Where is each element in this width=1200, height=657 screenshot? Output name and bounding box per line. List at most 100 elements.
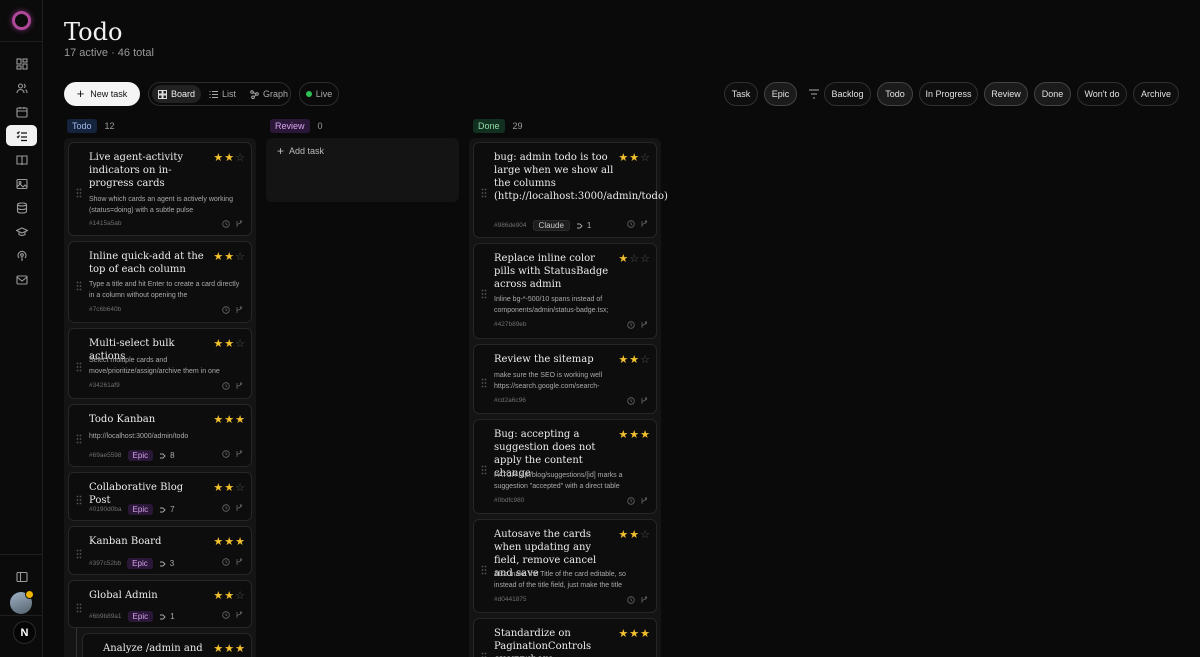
priority-stars[interactable]: ★ ★ ☆ [213,339,245,350]
task-card[interactable]: Global Admin ★ ★ ☆ #6b9b89a1 Epic 1 [68,580,252,628]
clock-icon [222,220,230,228]
sidebar-divider [0,615,43,616]
app-logo[interactable] [12,11,31,30]
sidebar-item-todo[interactable] [6,125,37,146]
card-actions [627,397,648,405]
filter-epic-button[interactable]: Epic [764,82,797,106]
task-card[interactable]: Standardize on PaginationControls everyw… [473,618,657,657]
priority-stars[interactable]: ★ ☆ ☆ [618,254,650,265]
task-card[interactable]: Replace inline color pills with StatusBa… [473,243,657,339]
priority-stars[interactable]: ★ ★ ☆ [618,153,650,164]
filter-todo-button[interactable]: Todo [877,82,913,106]
priority-stars[interactable]: ★ ★ ★ [618,430,650,441]
priority-stars[interactable]: ★ ★ ★ [213,415,245,426]
card-id: #cd2a6c96 [494,397,526,404]
task-card[interactable]: Autosave the cards when updating any fie… [473,519,657,613]
filter-review-button[interactable]: Review [984,82,1028,106]
drag-handle[interactable] [76,431,82,444]
todo-list-icon [16,130,27,141]
priority-stars[interactable]: ★ ★ ★ [618,629,650,640]
subtasks-icon [576,223,583,228]
task-card[interactable]: Kanban Board ★ ★ ★ #397c52bb Epic 3 [68,526,252,575]
card-description: Type a title and hit Enter to create a c… [89,281,240,299]
drag-handle[interactable] [481,649,487,657]
sidebar-item-database[interactable] [6,197,37,218]
sidebar-item-media[interactable] [6,173,37,194]
add-task-label: Add task [289,146,325,156]
sidebar-toggle[interactable] [6,566,37,587]
live-label: Live [315,89,333,99]
task-card[interactable]: Todo Kanban ★ ★ ★ http://localhost:3000/admi… [68,404,252,467]
priority-stars[interactable]: ★ ★ ☆ [213,153,245,164]
drag-handle[interactable] [481,375,487,388]
drag-handle[interactable] [481,462,487,475]
card-id: #1415a5ab [89,220,122,227]
star-filled-icon: ★ [224,590,235,602]
workspace-avatar[interactable]: N [13,621,36,644]
filter-archive-button[interactable]: Archive [1133,82,1179,106]
star-filled-icon: ★ [224,251,235,263]
filter-in-progress-button[interactable]: In Progress [919,82,978,106]
star-filled-icon: ★ [224,482,235,494]
drag-handle[interactable] [481,562,487,575]
list-icon [209,90,219,98]
card-title: Todo Kanban [89,414,156,425]
sidebar-item-podcast[interactable] [6,245,37,266]
task-card[interactable]: bug: admin todo is too large when we sho… [473,142,668,238]
priority-stars[interactable]: ★ ★ ☆ [213,483,245,494]
view-board-button[interactable]: Board [152,85,202,103]
view-list-button[interactable]: List [203,85,242,103]
star-filled-icon: ★ [235,414,245,426]
drag-handle[interactable] [76,278,82,291]
card-meta: #986de904 Claude 1 [494,220,591,231]
task-card[interactable]: Live agent-activity indicators on in-pro… [68,142,252,236]
column-filter-icon[interactable] [808,88,820,100]
filter-backlog-button[interactable]: Backlog [824,82,871,106]
branch-icon [236,220,243,227]
add-task-button[interactable]: + Add task [277,145,325,157]
filter-done-button[interactable]: Done [1034,82,1071,106]
drag-handle[interactable] [481,185,487,198]
sidebar-item-users[interactable] [6,77,37,98]
sidebar-item-calendar[interactable] [6,101,37,122]
star-filled-icon: ★ [213,338,224,350]
task-card[interactable]: Bug: accepting a suggestion does not app… [473,419,657,514]
book-icon [15,154,28,165]
task-card[interactable]: Collaborative Blog Post ★ ★ ☆ #0190d0ba Epic 7 [68,472,252,521]
card-tag: Epic [127,611,154,622]
sidebar-item-docs[interactable] [6,149,37,170]
filter-task-button[interactable]: Task [724,82,758,106]
podcast-icon [16,250,27,261]
sidebar-item-dashboard[interactable] [6,53,37,74]
drag-handle[interactable] [76,492,82,505]
sidebar-divider [0,554,43,555]
sidebar-item-learn[interactable] [6,221,37,242]
priority-stars[interactable]: ★ ★ ★ [213,537,245,548]
star-filled-icon: ★ [213,536,224,548]
star-filled-icon: ★ [640,628,650,640]
sidebar-item-mail[interactable] [6,269,37,290]
priority-stars[interactable]: ★ ★ ☆ [618,530,650,541]
card-tag: Epic [127,504,154,515]
priority-stars[interactable]: ★ ★ ★ [213,644,245,655]
drag-handle[interactable] [76,546,82,559]
drag-handle[interactable] [76,359,82,372]
drag-handle[interactable] [76,185,82,198]
card-id: #0bdfc980 [494,497,525,504]
live-toggle[interactable]: Live [299,82,339,106]
new-task-button[interactable]: + New task [64,82,140,106]
clock-icon [627,321,635,329]
subtask-count-value: 3 [169,559,175,568]
priority-stars[interactable]: ★ ★ ☆ [618,355,650,366]
drag-handle[interactable] [76,600,82,613]
task-card[interactable]: Review the sitemap ★ ★ ☆ make sure the SEO i… [473,344,657,414]
drag-handle[interactable] [481,286,487,299]
filter-wont-do-button[interactable]: Won't do [1077,82,1127,106]
task-card[interactable]: Analyze /admin and ★ ★ ★ [82,633,252,657]
priority-stars[interactable]: ★ ★ ☆ [213,591,245,602]
task-card[interactable]: Multi-select bulk actions ★ ★ ☆ Select multi… [68,328,252,399]
view-graph-button[interactable]: Graph [244,85,294,103]
star-filled-icon: ★ [224,152,235,164]
priority-stars[interactable]: ★ ★ ☆ [213,252,245,263]
task-card[interactable]: Inline quick-add at the top of each colu… [68,241,252,323]
